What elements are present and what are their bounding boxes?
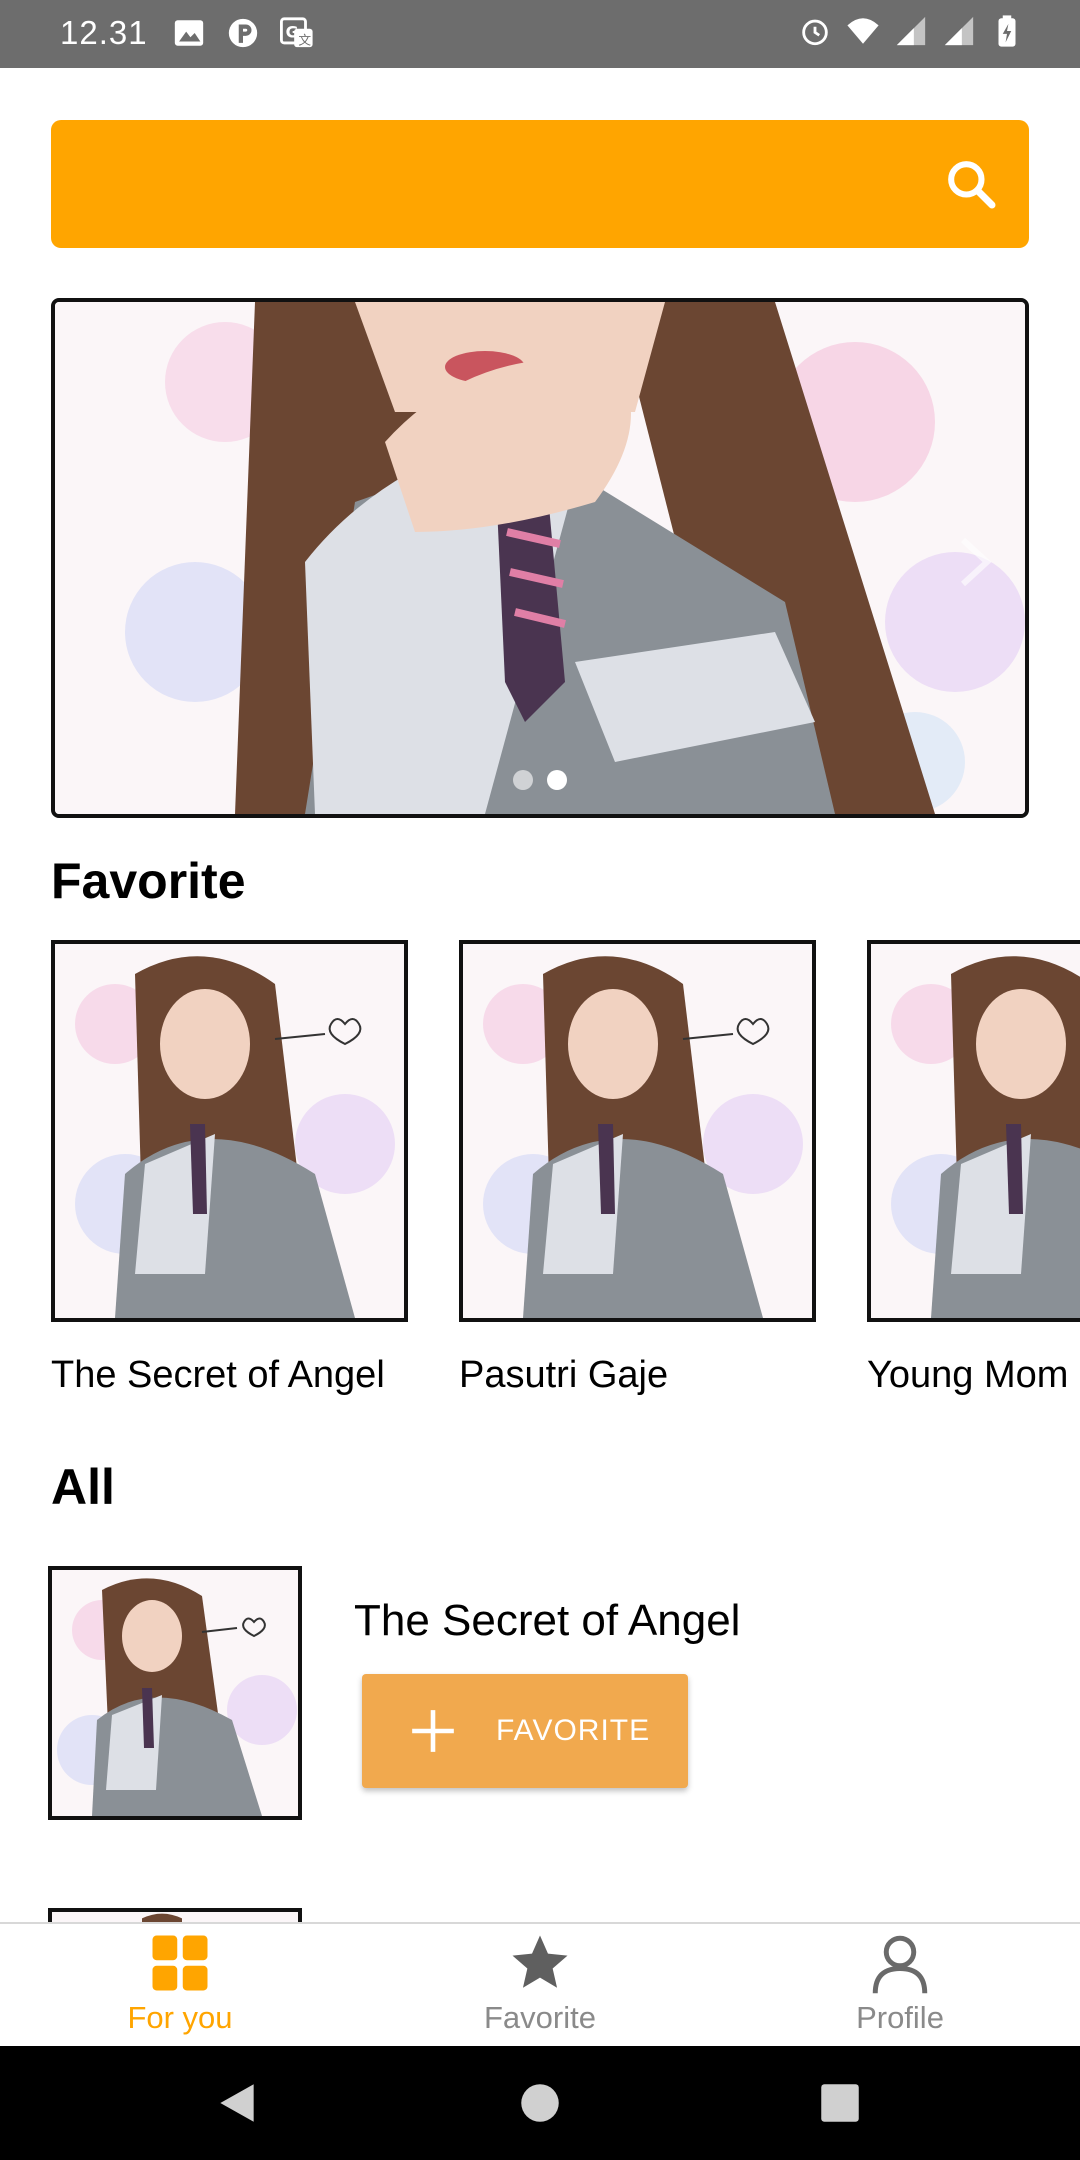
nav-label: Profile	[856, 2000, 944, 2035]
favorite-title[interactable]: Pasutri Gaje	[459, 1354, 816, 1397]
carousel-dots	[55, 770, 1025, 790]
nav-label: For you	[127, 2000, 233, 2035]
grid-icon	[152, 1935, 208, 1991]
all-section-title: All	[51, 1459, 115, 1515]
banner-image	[55, 302, 1025, 814]
favorite-title[interactable]: The Secret of Angel	[51, 1354, 408, 1397]
nav-label: Favorite	[484, 2000, 596, 2035]
signal-icon	[944, 16, 974, 46]
signal-icon	[896, 16, 926, 46]
search-icon[interactable]	[943, 156, 999, 212]
carousel-dot[interactable]	[513, 770, 533, 790]
search-bar	[51, 120, 1029, 248]
favorite-card[interactable]: Young Mom	[867, 940, 1080, 1397]
chevron-right-icon[interactable]	[955, 532, 995, 592]
nav-item-for-you[interactable]: For you	[0, 1924, 360, 2048]
favorite-card[interactable]: Pasutri Gaje	[459, 940, 816, 1397]
add-favorite-button[interactable]: FAVORITE	[362, 1674, 688, 1788]
favorite-card[interactable]: The Secret of Angel	[51, 940, 408, 1397]
status-bar: 12.31 G文	[0, 0, 1080, 68]
alarm-icon	[802, 19, 828, 46]
favorite-list[interactable]: The Secret of Angel Pasutri Gaje Young M…	[51, 940, 1080, 1410]
back-icon[interactable]	[212, 2078, 262, 2128]
p-app-icon	[228, 18, 258, 48]
list-item-title[interactable]: The Secret of Angel	[354, 1596, 740, 1646]
banner-carousel[interactable]	[51, 298, 1029, 818]
comic-cover[interactable]	[51, 940, 408, 1322]
cover-image	[871, 944, 1080, 1318]
search-input[interactable]	[81, 150, 901, 218]
recents-icon[interactable]	[815, 2078, 865, 2128]
svg-text:文: 文	[298, 33, 311, 48]
translate-icon: G文	[280, 17, 313, 48]
comic-cover[interactable]	[459, 940, 816, 1322]
carousel-dot-active[interactable]	[547, 770, 567, 790]
wifi-icon	[847, 18, 879, 44]
add-favorite-label: FAVORITE	[496, 1714, 651, 1747]
battery-icon	[998, 15, 1016, 47]
cover-image	[52, 1570, 298, 1816]
nav-item-profile[interactable]: Profile	[720, 1924, 1080, 2048]
comic-cover[interactable]	[48, 1566, 302, 1820]
star-icon	[512, 1935, 568, 1988]
status-time: 12.31	[60, 14, 148, 51]
favorite-section-title: Favorite	[51, 853, 246, 909]
favorite-title[interactable]: Young Mom	[867, 1354, 1080, 1397]
comic-cover[interactable]	[867, 940, 1080, 1322]
image-icon	[174, 20, 204, 46]
plus-icon	[412, 1710, 454, 1752]
home-icon[interactable]	[515, 2078, 565, 2128]
person-icon	[872, 1935, 928, 1994]
cover-image	[55, 944, 404, 1318]
bottom-navigation: For you Favorite Profile	[0, 1922, 1080, 2046]
system-navigation-bar	[0, 2046, 1080, 2160]
cover-image	[463, 944, 812, 1318]
nav-item-favorite[interactable]: Favorite	[360, 1924, 720, 2048]
list-item[interactable]: The Secret of Angel FAVORITE	[48, 1566, 1038, 1822]
